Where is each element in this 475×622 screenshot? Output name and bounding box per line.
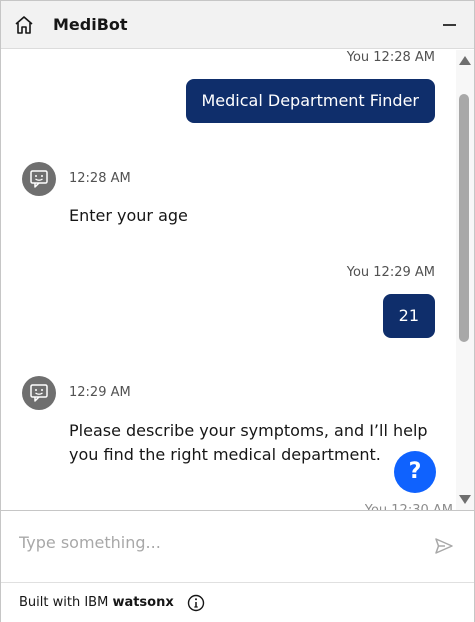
chat-title: MediBot [53, 15, 128, 34]
bot-avatar [22, 162, 56, 196]
chat-bot-icon [30, 170, 48, 188]
send-icon[interactable] [433, 535, 455, 557]
scrollbar[interactable] [456, 50, 474, 510]
bot-message-text: Enter your age [69, 206, 188, 225]
user-message-bubble: 21 [382, 294, 435, 338]
user-message-timestamp: You 12:29 AM [346, 265, 435, 280]
help-button[interactable]: ? [394, 451, 436, 493]
info-icon[interactable] [187, 594, 205, 612]
chat-window: MediBot You 12:28 AM Medical Department … [0, 0, 475, 622]
composer [1, 510, 474, 582]
bot-message-text: Please describe your symptoms, and I’ll … [69, 421, 428, 464]
built-with-label: Built with IBM watsonx [19, 595, 174, 610]
message-list: You 12:28 AM Medical Department Finder 1… [1, 50, 456, 510]
minimize-icon[interactable] [437, 15, 461, 35]
user-message-timestamp: You 12:28 AM [346, 50, 435, 65]
scroll-thumb[interactable] [459, 94, 469, 342]
chat-bot-icon [30, 384, 48, 402]
bot-message-timestamp: 12:28 AM [69, 171, 131, 186]
bot-message-timestamp: 12:29 AM [69, 385, 131, 400]
built-with-prefix: Built with IBM [19, 595, 113, 610]
bot-avatar [22, 376, 56, 410]
scroll-up-arrow-icon[interactable] [459, 56, 471, 65]
scroll-down-arrow-icon[interactable] [459, 495, 471, 504]
watsonx-brand: watsonx [112, 595, 174, 610]
home-icon[interactable] [13, 14, 35, 36]
footer: Built with IBM watsonx [1, 582, 474, 622]
message-input[interactable] [19, 533, 409, 552]
chat-header: MediBot [1, 1, 474, 49]
user-message-bubble: Medical Department Finder [185, 79, 435, 123]
